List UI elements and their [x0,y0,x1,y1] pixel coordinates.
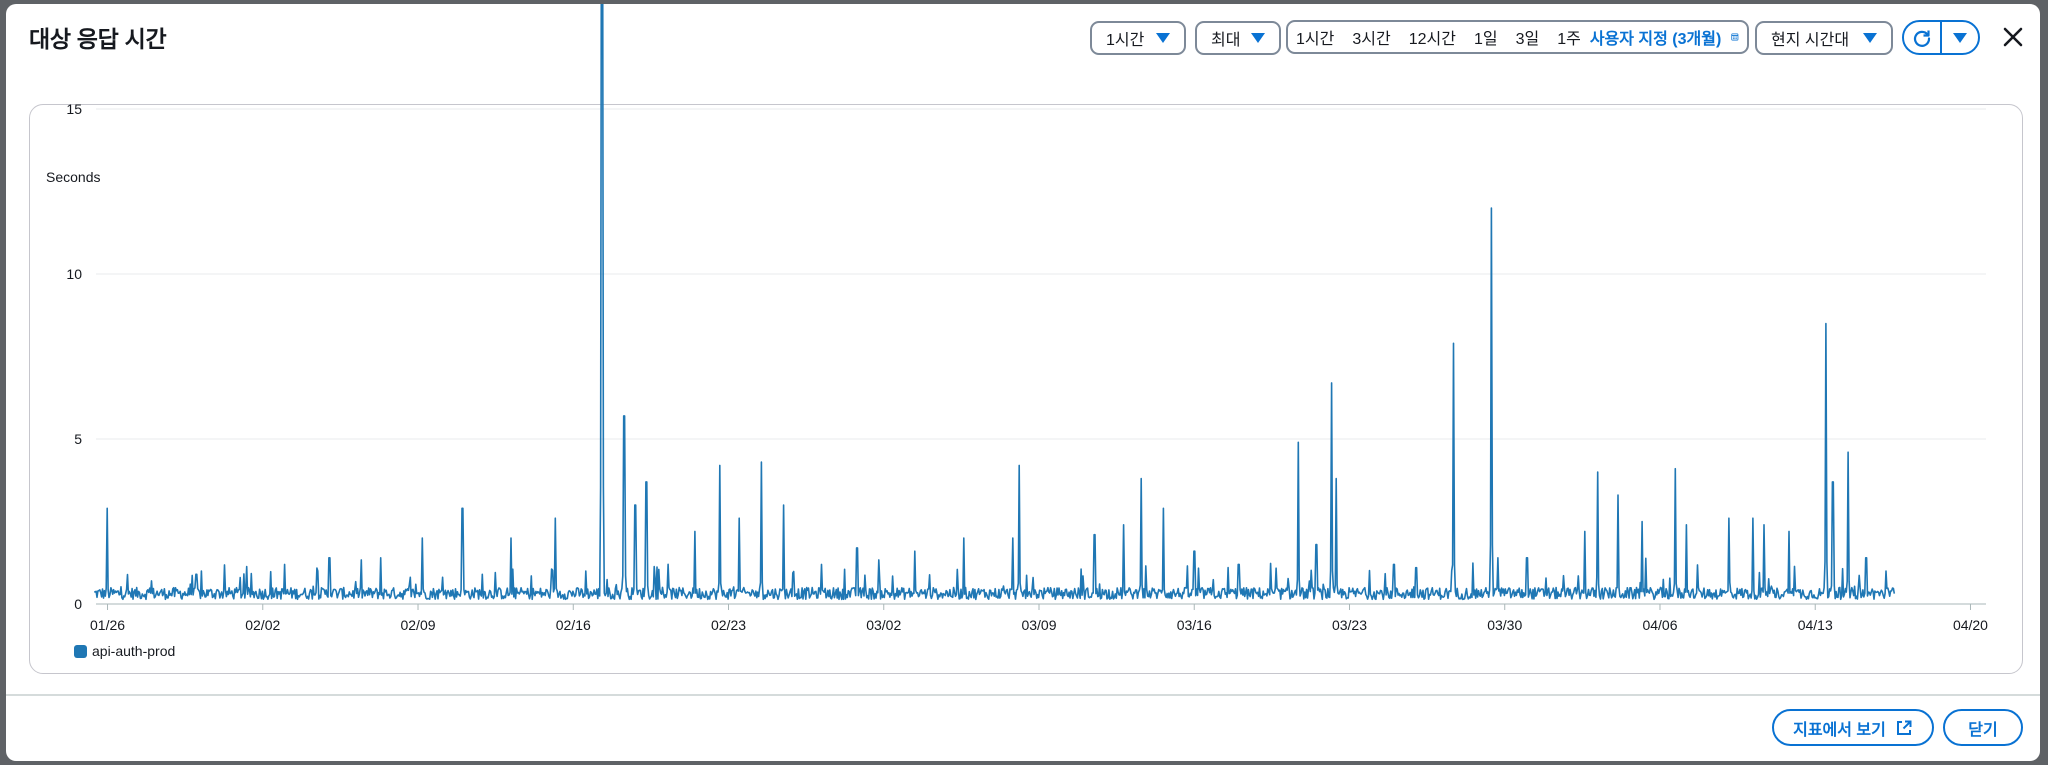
legend-label: api-auth-prod [92,643,175,659]
x-tick-label: 02/02 [245,617,280,633]
x-tick-label: 04/06 [1642,617,1677,633]
footer-divider [6,694,2040,696]
view-in-metrics-label: 지표에서 보기 [1793,721,1886,739]
external-link-icon [1896,720,1912,735]
x-tick-label: 03/16 [1177,617,1212,633]
x-tick-label: 02/09 [400,617,435,633]
x-tick-label: 02/23 [711,617,746,633]
y-tick-label: 0 [74,596,82,612]
x-tick-label: 01/26 [90,617,125,633]
x-tick-label: 02/16 [556,617,591,633]
x-tick-label: 03/23 [1332,617,1367,633]
y-tick-label: 15 [66,101,82,117]
y-tick-label: 5 [74,431,82,447]
x-tick-label: 04/13 [1798,617,1833,633]
view-in-metrics-button[interactable]: 지표에서 보기 [1772,709,1934,746]
metric-modal: 대상 응답 시간 1시간 최대 1시간 3시간 12시간 1일 3일 1주 사용… [6,4,2040,761]
x-tick-label: 04/20 [1953,617,1988,633]
response-time-chart: Seconds0510152001/2602/0202/0902/1602/23… [46,4,1988,659]
x-tick-label: 03/09 [1021,617,1056,633]
series-line-api-auth-prod [93,4,1896,601]
close-button[interactable]: 닫기 [1943,709,2023,746]
close-button-label: 닫기 [1968,721,1998,739]
legend-swatch [74,645,87,658]
x-tick-label: 03/30 [1487,617,1522,633]
y-axis-label: Seconds [46,169,100,185]
x-tick-label: 03/02 [866,617,901,633]
y-tick-label: 10 [66,266,82,282]
